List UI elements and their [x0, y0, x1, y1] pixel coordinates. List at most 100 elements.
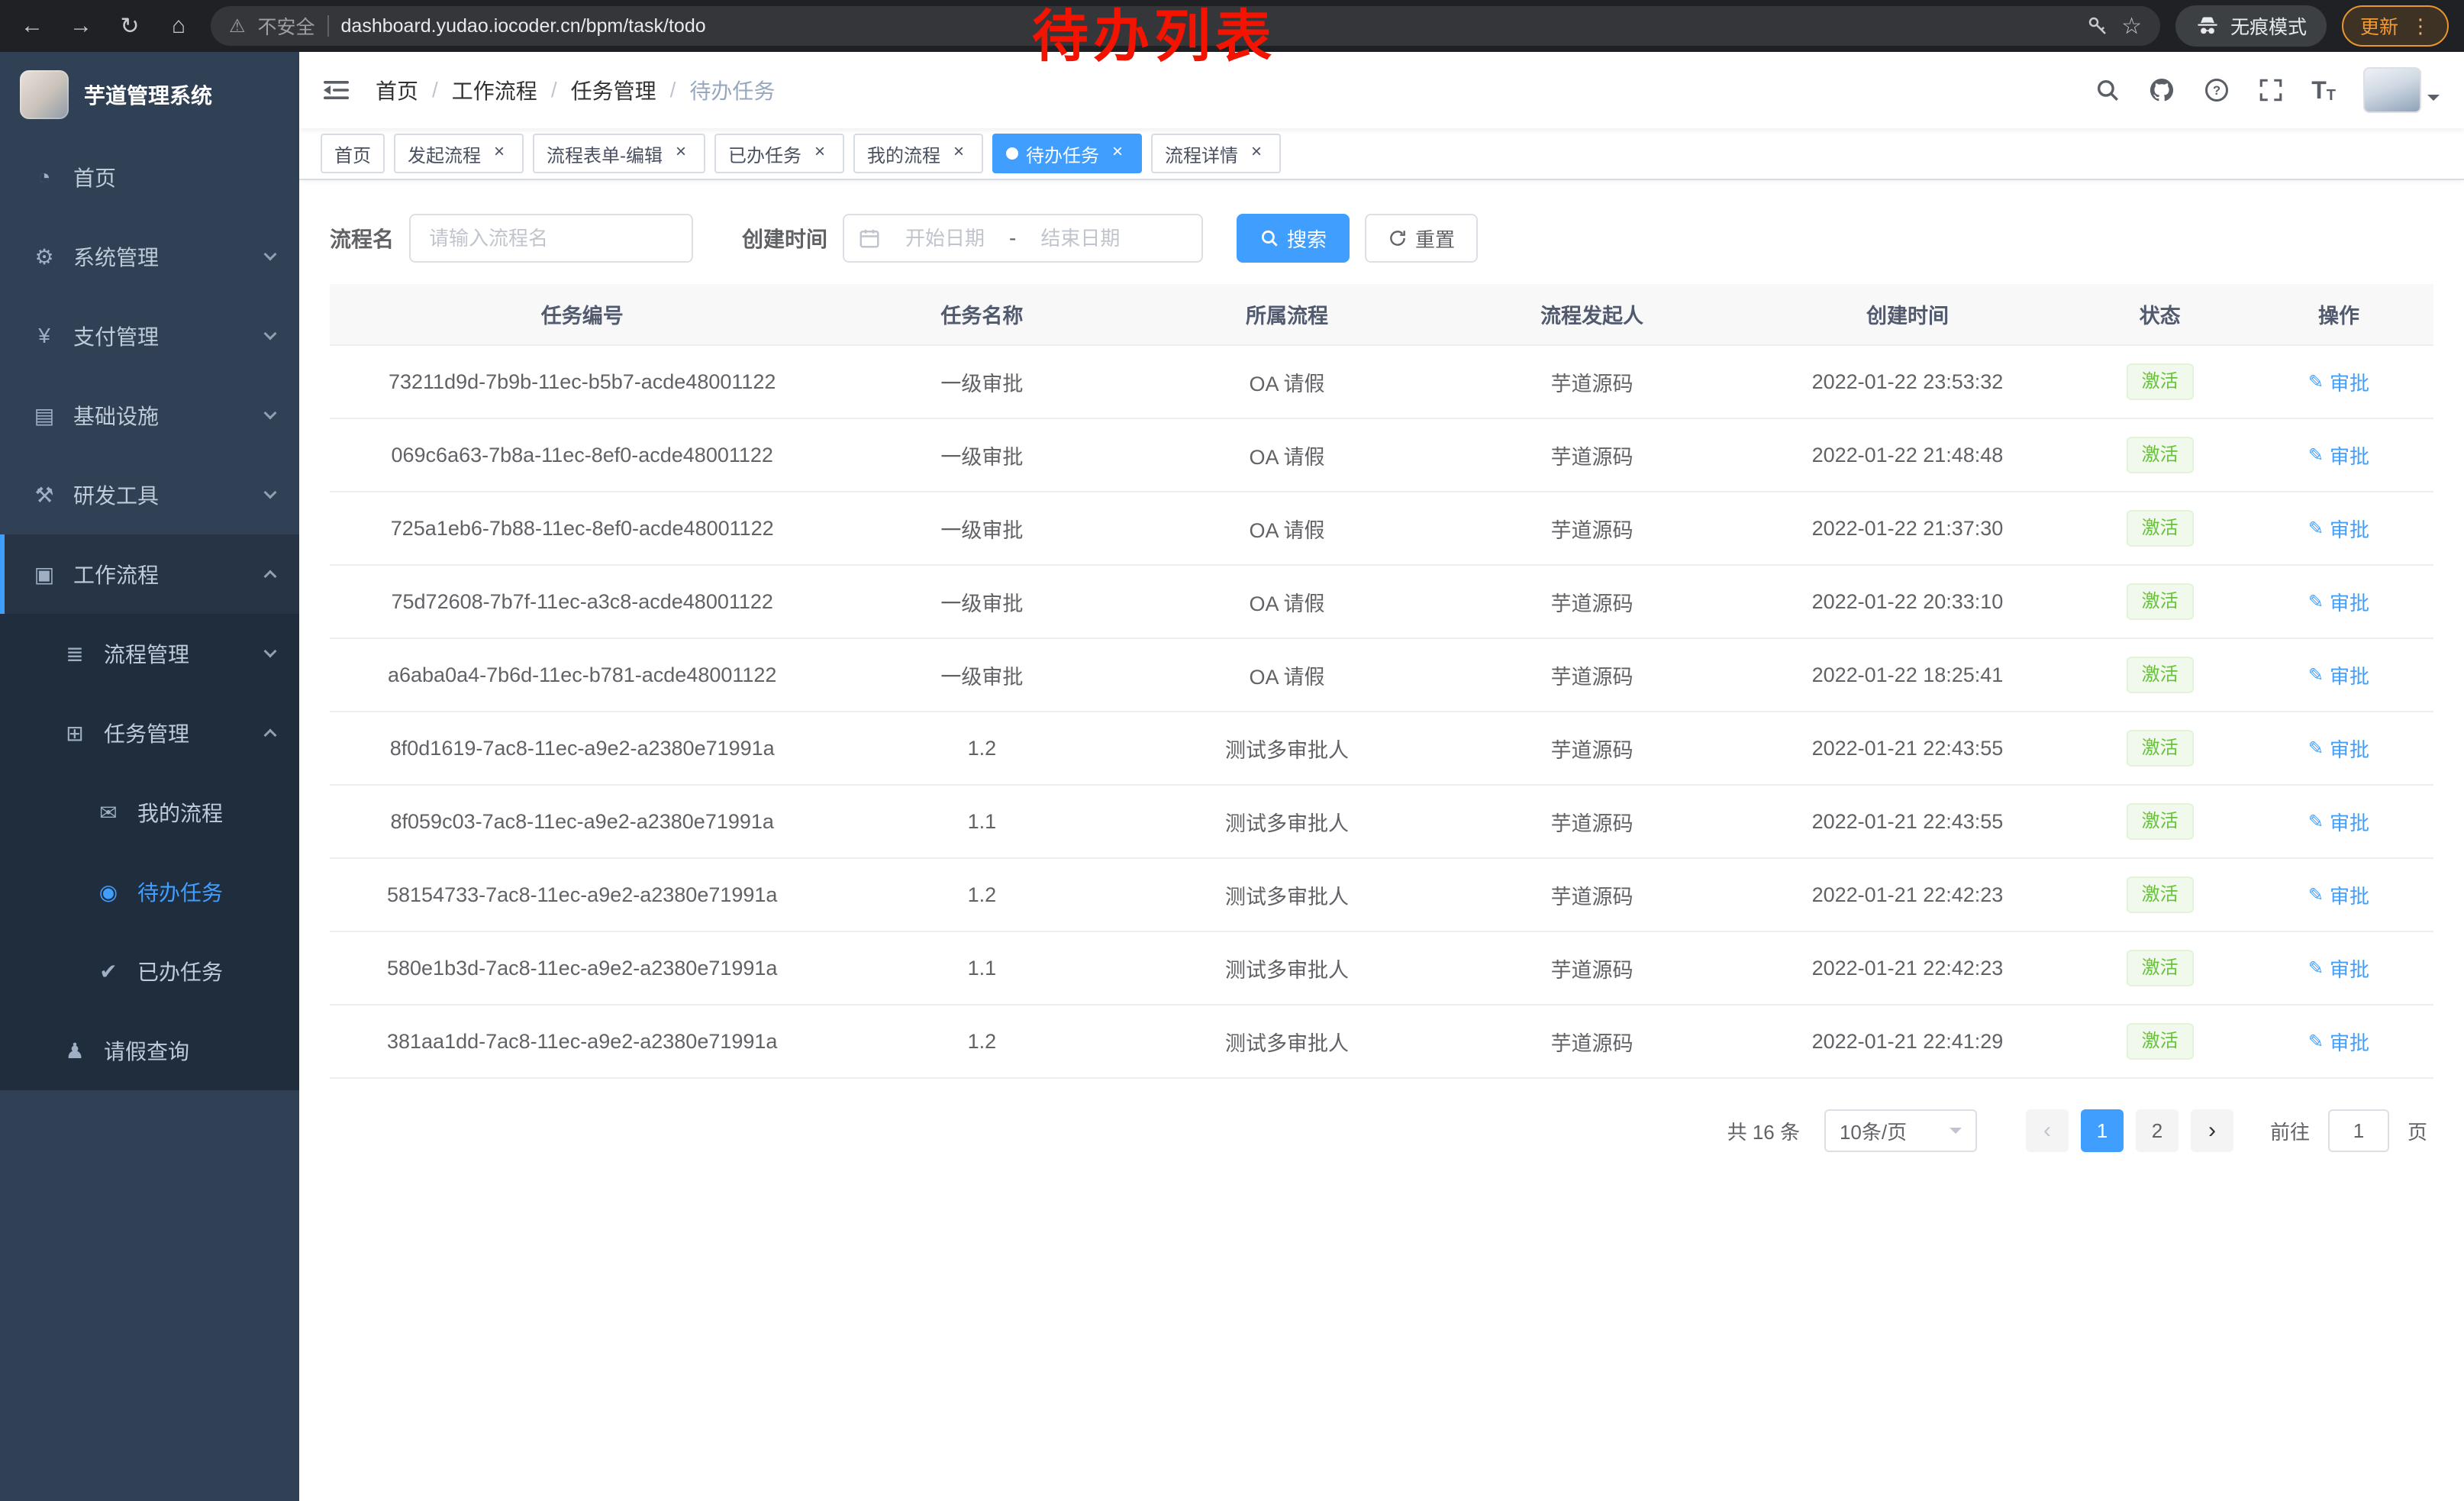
cell-process: 测试多审批人	[1129, 712, 1444, 785]
sidebar-item-process-mgmt[interactable]: ≣流程管理	[0, 614, 299, 693]
close-icon[interactable]: ×	[948, 143, 969, 164]
incognito-label: 无痕模式	[2230, 12, 2307, 40]
cell-name: 一级审批	[834, 492, 1129, 565]
cell-status: 激活	[2075, 565, 2243, 638]
page-size-value: 10条/页	[1840, 1117, 1907, 1145]
process-name-input[interactable]	[409, 214, 693, 263]
prev-page-button[interactable]: ‹	[2026, 1109, 2069, 1152]
tab-form-edit[interactable]: 流程表单-编辑×	[533, 134, 705, 173]
github-icon[interactable]	[2148, 76, 2175, 104]
cell-id: 580e1b3d-7ac8-11ec-a9e2-a2380e71991a	[330, 931, 834, 1005]
top-navbar: 首页/工作流程/任务管理/待办任务 ? TT	[299, 52, 2464, 128]
reset-button[interactable]: 重置	[1365, 214, 1478, 263]
close-icon[interactable]: ×	[809, 143, 830, 164]
next-page-button[interactable]: ›	[2191, 1109, 2233, 1152]
collapse-menu-icon[interactable]	[324, 78, 351, 102]
cell-process: OA 请假	[1129, 492, 1444, 565]
start-date-input[interactable]	[887, 227, 1003, 250]
sidebar-item-done-tasks[interactable]: ✔已办任务	[0, 931, 299, 1011]
cell-status: 激活	[2075, 931, 2243, 1005]
table-row: 8f059c03-7ac8-11ec-a9e2-a2380e71991a1.1测…	[330, 785, 2433, 858]
cell-id: 8f059c03-7ac8-11ec-a9e2-a2380e71991a	[330, 785, 834, 858]
approve-link[interactable]: ✎审批	[2308, 954, 2369, 983]
home-icon[interactable]: ⌂	[162, 13, 195, 39]
close-icon[interactable]: ×	[489, 143, 510, 164]
close-icon[interactable]: ×	[1246, 143, 1267, 164]
goto-page-input[interactable]	[2328, 1109, 2389, 1152]
column-header: 所属流程	[1129, 284, 1444, 345]
search-button[interactable]: 搜索	[1237, 214, 1350, 263]
forward-icon[interactable]: →	[64, 13, 98, 39]
breadcrumb-item[interactable]: 工作流程	[452, 75, 537, 105]
sidebar-item-label: 支付管理	[73, 321, 159, 351]
tab-process-detail[interactable]: 流程详情×	[1151, 134, 1281, 173]
tab-start-process[interactable]: 发起流程 ×	[394, 134, 524, 173]
cell-action: ✎审批	[2244, 345, 2433, 418]
status-badge: 激活	[2127, 1023, 2194, 1060]
sidebar-item-leave-query[interactable]: ♟请假查询	[0, 1011, 299, 1090]
reload-icon[interactable]: ↻	[113, 13, 147, 40]
todo-table: 任务编号任务名称所属流程流程发起人创建时间状态操作 73211d9d-7b9b-…	[330, 284, 2433, 1079]
date-range-picker[interactable]: -	[843, 214, 1203, 263]
sidebar-menu: ◔首页⚙系统管理¥支付管理▤基础设施⚒研发工具▣工作流程≣流程管理⊞任务管理✉我…	[0, 137, 299, 1090]
approve-link[interactable]: ✎审批	[2308, 881, 2369, 909]
approve-link[interactable]: ✎审批	[2308, 1028, 2369, 1056]
sidebar-item-task-mgmt[interactable]: ⊞任务管理	[0, 693, 299, 773]
sidebar-item-todo-tasks[interactable]: ◉待办任务	[0, 852, 299, 931]
close-icon[interactable]: ×	[670, 143, 692, 164]
approve-link[interactable]: ✎审批	[2308, 368, 2369, 396]
page-button-2[interactable]: 2	[2136, 1109, 2179, 1152]
sidebar-item-system-mgmt[interactable]: ⚙系统管理	[0, 217, 299, 296]
font-size-icon[interactable]: TT	[2311, 76, 2336, 105]
fullscreen-icon[interactable]	[2258, 77, 2284, 103]
approve-link[interactable]: ✎审批	[2308, 441, 2369, 470]
tab-done-tasks[interactable]: 已办任务×	[714, 134, 844, 173]
goto-label: 前往	[2270, 1117, 2310, 1145]
help-icon[interactable]: ?	[2203, 76, 2230, 104]
sidebar-item-home[interactable]: ◔首页	[0, 137, 299, 217]
end-date-input[interactable]	[1022, 227, 1138, 250]
page-size-select[interactable]: 10条/页	[1824, 1109, 1977, 1152]
approve-link[interactable]: ✎审批	[2308, 661, 2369, 689]
column-header: 任务名称	[834, 284, 1129, 345]
sidebar-item-payment-mgmt[interactable]: ¥支付管理	[0, 296, 299, 376]
sidebar-item-dev-tools[interactable]: ⚒研发工具	[0, 455, 299, 534]
pagination: 共 16 条 10条/页 ‹ 12 › 前往 页	[330, 1109, 2433, 1152]
star-icon[interactable]: ☆	[2121, 13, 2142, 40]
page-button-1[interactable]: 1	[2081, 1109, 2124, 1152]
sidebar-item-label: 系统管理	[73, 241, 159, 272]
app-logo[interactable]: 芋道管理系统	[0, 52, 299, 137]
cell-id: 58154733-7ac8-11ec-a9e2-a2380e71991a	[330, 858, 834, 931]
cell-action: ✎审批	[2244, 492, 2433, 565]
close-icon[interactable]: ×	[1107, 143, 1128, 164]
sidebar-item-infrastructure[interactable]: ▤基础设施	[0, 376, 299, 455]
user-avatar[interactable]	[2363, 67, 2440, 113]
cell-status: 激活	[2075, 638, 2243, 712]
search-icon[interactable]	[2095, 77, 2121, 103]
approve-link[interactable]: ✎审批	[2308, 734, 2369, 763]
table-row: a6aba0a4-7b6d-11ec-b781-acde48001122一级审批…	[330, 638, 2433, 712]
more-vert-icon[interactable]: ⋮	[2411, 15, 2430, 38]
address-bar[interactable]: ⚠ 不安全 dashboard.yudao.iocoder.cn/bpm/tas…	[211, 6, 2160, 46]
back-icon[interactable]: ←	[15, 13, 49, 39]
key-icon[interactable]	[2086, 15, 2109, 37]
tab-my-process[interactable]: 我的流程×	[853, 134, 983, 173]
update-button[interactable]: 更新 ⋮	[2342, 5, 2449, 47]
sidebar-item-label: 工作流程	[73, 559, 159, 589]
cell-id: 069c6a63-7b8a-11ec-8ef0-acde48001122	[330, 418, 834, 492]
approve-link[interactable]: ✎审批	[2308, 808, 2369, 836]
sidebar-item-my-process[interactable]: ✉我的流程	[0, 773, 299, 852]
tab-label: 发起流程	[408, 140, 481, 167]
column-header: 状态	[2075, 284, 2243, 345]
sidebar-item-workflow[interactable]: ▣工作流程	[0, 534, 299, 614]
breadcrumb-item[interactable]: 首页	[376, 75, 418, 105]
cell-action: ✎审批	[2244, 931, 2433, 1005]
calendar-icon	[858, 227, 881, 250]
tab-home[interactable]: 首页	[321, 134, 385, 173]
breadcrumb-separator: /	[670, 78, 676, 102]
breadcrumb-item[interactable]: 任务管理	[571, 75, 656, 105]
approve-link[interactable]: ✎审批	[2308, 588, 2369, 616]
approve-link[interactable]: ✎审批	[2308, 515, 2369, 543]
tab-todo-tasks[interactable]: 待办任务×	[992, 134, 1142, 173]
cell-process: OA 请假	[1129, 345, 1444, 418]
